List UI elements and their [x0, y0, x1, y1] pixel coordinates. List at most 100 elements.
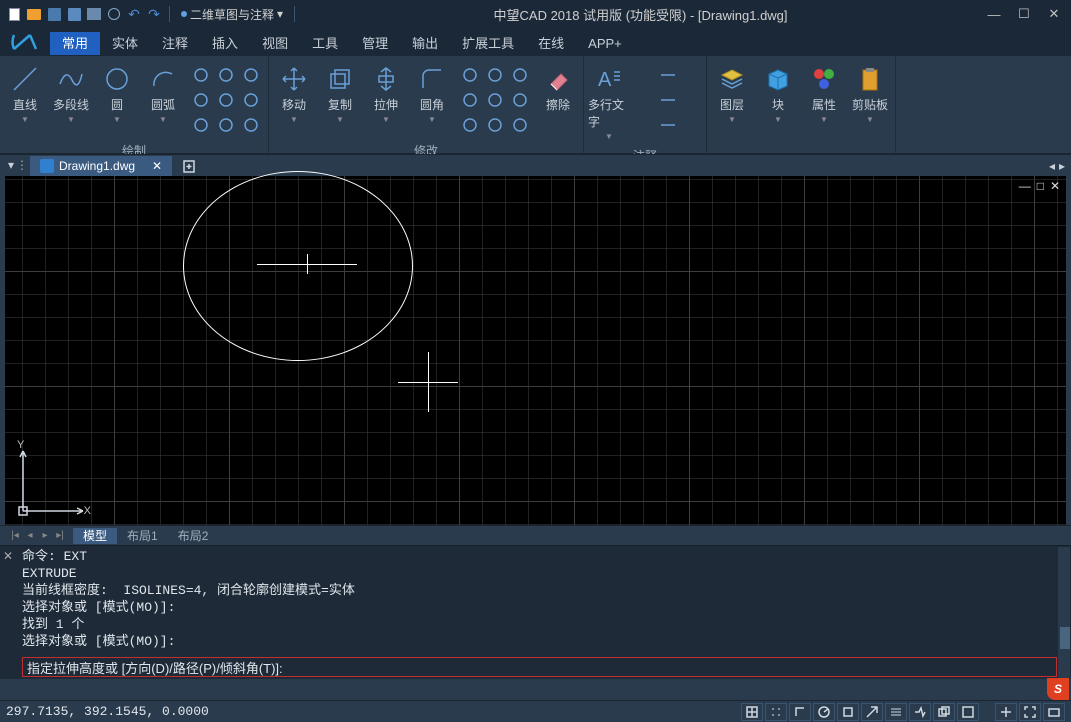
anno-small-2[interactable] [638, 114, 698, 136]
sogou-ime-icon[interactable]: S [1047, 678, 1069, 700]
draw-small-7[interactable] [215, 114, 237, 136]
undo-icon[interactable]: ↶ [126, 6, 142, 22]
draw-small-3[interactable] [190, 89, 212, 111]
layout-tabs: |◂ ◂ ▸ ▸| 模型布局1布局2 [0, 525, 1071, 545]
anno-small-0[interactable] [638, 64, 698, 86]
draw-small-1[interactable] [215, 64, 237, 86]
new-icon[interactable] [6, 6, 22, 22]
ribbon-tab-10[interactable]: APP+ [576, 32, 634, 55]
otrack-toggle[interactable] [861, 703, 883, 721]
drawing-canvas[interactable]: — □ ✕ Y X [5, 176, 1066, 525]
doctab-next-icon[interactable]: ▸ [1059, 159, 1065, 173]
polyline-button[interactable]: 多段线▼ [50, 60, 92, 128]
vp-minimize-icon[interactable]: — [1019, 179, 1031, 193]
fillet-button[interactable]: 圆角▼ [411, 60, 453, 128]
modify-small-8[interactable] [509, 114, 531, 136]
draw-small-4[interactable] [215, 89, 237, 111]
ribbon-tab-9[interactable]: 在线 [526, 32, 576, 55]
modify-small-4[interactable] [484, 89, 506, 111]
vp-maximize-icon[interactable]: □ [1037, 179, 1044, 193]
label: 圆弧 [151, 96, 175, 113]
saveas-icon[interactable] [46, 6, 62, 22]
workspace-selector[interactable]: 二维草图与注释 ▾ [177, 6, 287, 23]
cycle-toggle[interactable] [933, 703, 955, 721]
modify-small-7[interactable] [484, 114, 506, 136]
layout-first-icon[interactable]: |◂ [8, 529, 22, 543]
ribbon-tab-1[interactable]: 实体 [100, 32, 150, 55]
polar-toggle[interactable] [813, 703, 835, 721]
layout-tab-1[interactable]: 布局1 [117, 528, 168, 544]
ribbon-tab-3[interactable]: 插入 [200, 32, 250, 55]
vp-close-icon[interactable]: ✕ [1050, 179, 1060, 193]
cmd-scroll-thumb[interactable] [1060, 627, 1070, 649]
redo-icon[interactable]: ↷ [146, 6, 162, 22]
label: 多行文字 [588, 96, 630, 130]
ribbon-tab-5[interactable]: 工具 [300, 32, 350, 55]
close-button[interactable]: ✕ [1043, 5, 1065, 23]
new-tab-icon[interactable] [182, 158, 198, 174]
block-button[interactable]: 块▼ [757, 60, 799, 128]
preview-icon[interactable] [106, 6, 122, 22]
annoscale-icon[interactable] [995, 703, 1017, 721]
print-icon[interactable] [86, 6, 102, 22]
layout-prev-icon[interactable]: ◂ [23, 529, 37, 543]
clipboard-button[interactable]: 剪贴板▼ [849, 60, 891, 128]
modify-small-5[interactable] [509, 89, 531, 111]
arc-button[interactable]: 圆弧▼ [142, 60, 184, 128]
osnap-toggle[interactable] [837, 703, 859, 721]
draw-small-8[interactable] [240, 114, 262, 136]
maximize-button[interactable]: ☐ [1013, 5, 1035, 23]
model-toggle[interactable] [957, 703, 979, 721]
app-logo[interactable] [0, 28, 50, 56]
circle-button[interactable]: 圆▼ [96, 60, 138, 128]
layout-next-icon[interactable]: ▸ [38, 529, 52, 543]
draw-small-0[interactable] [190, 64, 212, 86]
props-button[interactable]: 属性▼ [803, 60, 845, 128]
move-button[interactable]: 移动▼ [273, 60, 315, 128]
ribbon-tab-7[interactable]: 输出 [400, 32, 450, 55]
ribbon-tab-4[interactable]: 视图 [250, 32, 300, 55]
draw-small-5[interactable] [240, 89, 262, 111]
doctab-prev-icon[interactable]: ◂ [1049, 159, 1055, 173]
ortho-toggle[interactable] [789, 703, 811, 721]
modify-small-6[interactable] [459, 114, 481, 136]
viewport-controls: — □ ✕ [1019, 179, 1060, 193]
modify-small-1[interactable] [484, 64, 506, 86]
modify-small-3[interactable] [459, 89, 481, 111]
layer-button[interactable]: 图层▼ [711, 60, 753, 128]
line-button[interactable]: 直线▼ [4, 60, 46, 128]
doctab-menu-icon[interactable]: ▾ ⋮ [8, 158, 28, 172]
open-icon[interactable] [26, 6, 42, 22]
lwt-toggle[interactable] [885, 703, 907, 721]
stretch-button[interactable]: 拉伸▼ [365, 60, 407, 128]
copy-button[interactable]: 复制▼ [319, 60, 361, 128]
command-history[interactable]: 命令: EXT EXTRUDE 当前线框密度: ISOLINES=4, 闭合轮廓… [22, 548, 1057, 655]
modify-small-0[interactable] [459, 64, 481, 86]
anno-small-1[interactable] [638, 89, 698, 111]
draw-small-2[interactable] [240, 64, 262, 86]
cleanscreen-icon[interactable] [1043, 703, 1065, 721]
save-icon[interactable] [66, 6, 82, 22]
command-input[interactable]: 指定拉伸高度或 [方向(D)/路径(P)/倾斜角(T)]: [22, 657, 1057, 677]
cmdwin-close-icon[interactable]: ✕ [3, 549, 17, 563]
snap-toggle[interactable] [765, 703, 787, 721]
tab-close-icon[interactable]: ✕ [152, 159, 162, 173]
dyn-toggle[interactable] [909, 703, 931, 721]
erase-button[interactable]: 擦除 [537, 60, 579, 117]
mtext-button[interactable]: A多行文字▼ [588, 60, 630, 145]
layout-last-icon[interactable]: ▸| [53, 529, 67, 543]
ribbon-tab-8[interactable]: 扩展工具 [450, 32, 526, 55]
cmd-scrollbar[interactable] [1058, 547, 1070, 678]
ribbon-tab-0[interactable]: 常用 [50, 32, 100, 55]
ribbon-tab-6[interactable]: 管理 [350, 32, 400, 55]
document-tab[interactable]: Drawing1.dwg ✕ [30, 156, 172, 176]
ribbon-tab-2[interactable]: 注释 [150, 32, 200, 55]
modify-small-2[interactable] [509, 64, 531, 86]
layout-tab-2[interactable]: 布局2 [168, 528, 219, 544]
fullscreen-icon[interactable] [1019, 703, 1041, 721]
coordinates-readout[interactable]: 297.7135, 392.1545, 0.0000 [6, 704, 229, 719]
grid-toggle[interactable] [741, 703, 763, 721]
minimize-button[interactable]: — [983, 5, 1005, 23]
draw-small-6[interactable] [190, 114, 212, 136]
layout-tab-0[interactable]: 模型 [73, 528, 117, 544]
